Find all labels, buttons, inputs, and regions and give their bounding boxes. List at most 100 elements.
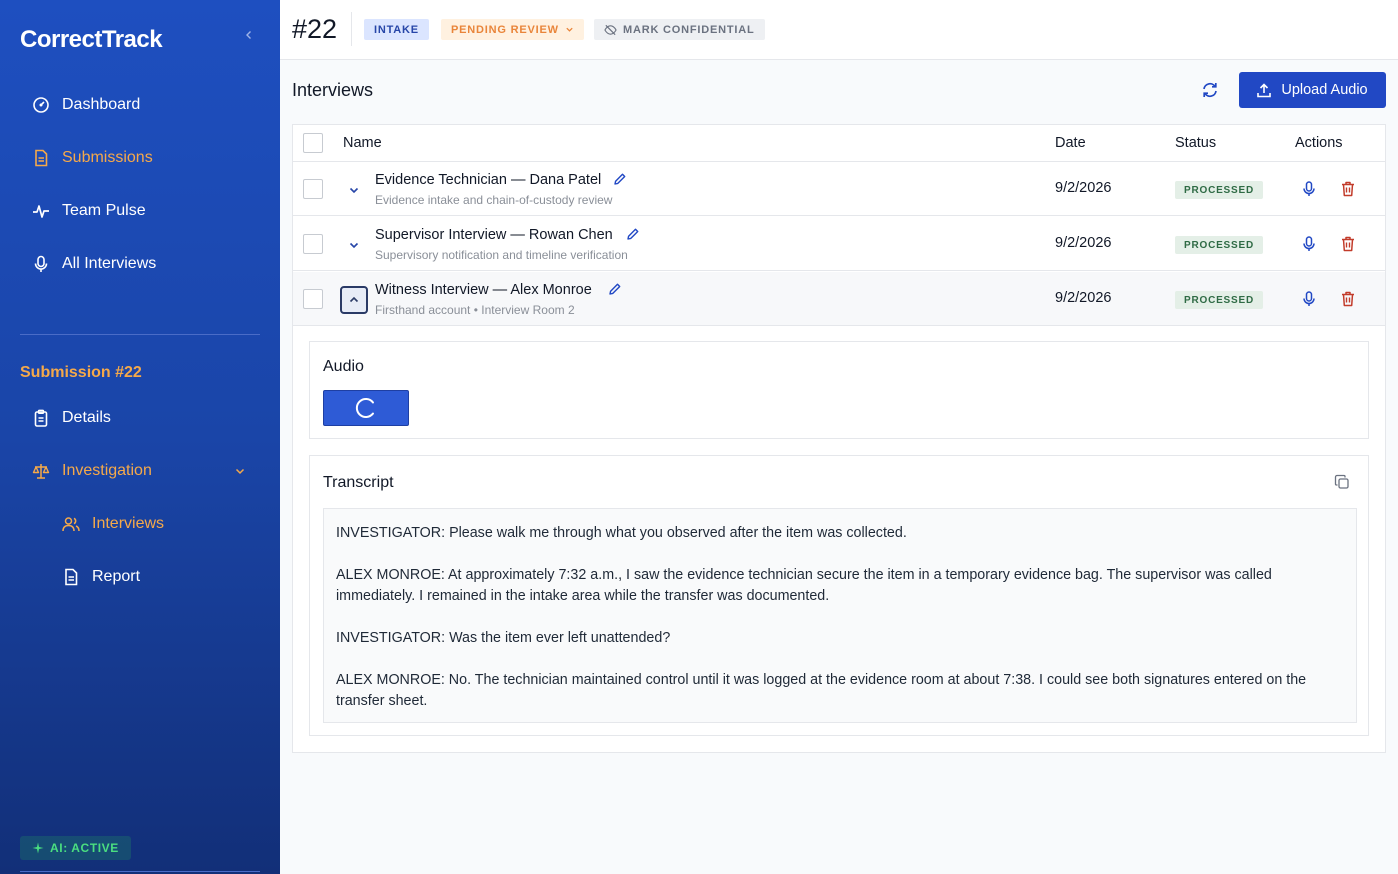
top-bar: #22 INTAKE PENDING REVIEW MARK CONFIDENT… (280, 0, 1398, 60)
status-label: PROCESSED (1184, 294, 1254, 306)
microphone-icon (30, 253, 52, 275)
chevron-left-icon (246, 31, 251, 39)
table-row[interactable]: Supervisor Interview — Rowan Chen Superv… (293, 217, 1385, 271)
loading-spinner-icon (355, 398, 374, 418)
status-badge: PROCESSED (1175, 236, 1263, 254)
microphone-icon (1303, 291, 1315, 306)
interview-title: Evidence Technician — Dana Patel (375, 172, 602, 188)
nav-team-pulse[interactable]: Team Pulse (20, 191, 260, 231)
nav-investigation[interactable]: Investigation (20, 451, 260, 491)
row-checkbox[interactable] (303, 179, 323, 199)
document-icon (30, 147, 52, 169)
transcript-line: ALEX MONROE: No. The technician maintain… (336, 672, 1307, 709)
nav-submissions[interactable]: Submissions (20, 138, 260, 178)
nav-label: Details (62, 409, 111, 426)
interview-title: Supervisor Interview — Rowan Chen (375, 227, 613, 243)
collapse-sidebar-button[interactable] (240, 26, 258, 44)
scales-icon (30, 460, 52, 482)
nav-label: Investigation (62, 462, 152, 479)
upload-icon (1257, 82, 1272, 97)
select-all-checkbox[interactable] (303, 133, 323, 153)
status-dropdown-label: PENDING REVIEW (451, 23, 559, 36)
trash-icon (1342, 291, 1354, 307)
row-checkbox[interactable] (303, 289, 323, 309)
table-row[interactable]: Evidence Technician — Dana Patel Evidenc… (293, 162, 1385, 216)
mark-confidential-label: MARK CONFIDENTIAL (623, 23, 755, 36)
expand-row-button[interactable] (340, 231, 368, 259)
copy-transcript-button[interactable] (1334, 474, 1352, 492)
chevron-down-icon (230, 461, 250, 481)
transcript-panel-title: Transcript (323, 474, 394, 491)
play-audio-button[interactable] (1299, 289, 1319, 309)
edit-title-button[interactable] (626, 227, 642, 243)
nav-label: All Interviews (62, 255, 157, 272)
pulse-icon (30, 200, 52, 222)
table-row[interactable]: Witness Interview — Alex Monroe Firsthan… (293, 272, 1385, 326)
edit-title-button[interactable] (613, 172, 629, 188)
audio-panel: Audio (309, 341, 1369, 439)
nav-label: Report (92, 568, 141, 585)
interview-title: Witness Interview — Alex Monroe (375, 282, 592, 298)
status-label: PROCESSED (1184, 184, 1254, 196)
nav-label: Dashboard (62, 96, 141, 113)
transcript-panel: Transcript INVESTIGATOR: Please walk me … (309, 455, 1369, 736)
nav-label: Team Pulse (62, 202, 146, 219)
refresh-icon (1203, 82, 1217, 98)
header-divider (351, 12, 352, 46)
stage-badge-label: INTAKE (374, 23, 419, 36)
interview-date: 9/2/2026 (1055, 290, 1112, 306)
nav-all-interviews[interactable]: All Interviews (20, 244, 260, 284)
delete-interview-button[interactable] (1338, 234, 1358, 254)
chevron-up-icon (349, 296, 359, 303)
ai-status-badge: AI: ACTIVE (20, 836, 131, 860)
table-header: Name Date Status Actions (293, 125, 1385, 162)
collapse-row-button[interactable] (340, 286, 368, 314)
status-badge: PROCESSED (1175, 181, 1263, 199)
status-dropdown[interactable]: PENDING REVIEW (441, 19, 584, 40)
delete-interview-button[interactable] (1338, 289, 1358, 309)
interview-date: 9/2/2026 (1055, 235, 1112, 251)
play-audio-button[interactable] (1299, 179, 1319, 199)
edit-title-button[interactable] (608, 282, 624, 298)
sidebar-divider (20, 334, 260, 335)
column-header-date: Date (1055, 135, 1086, 151)
nav-interviews[interactable]: Interviews (50, 504, 260, 544)
row-checkbox[interactable] (303, 234, 323, 254)
nav-label: Interviews (92, 515, 165, 532)
case-number: #22 (292, 14, 338, 44)
dashboard-icon (30, 94, 52, 116)
upload-audio-label: Upload Audio (1281, 82, 1368, 98)
interview-date: 9/2/2026 (1055, 180, 1112, 196)
submission-section-title: Submission #22 (20, 364, 142, 381)
users-icon (60, 513, 82, 535)
copy-icon (1334, 474, 1349, 489)
eye-off-icon (604, 24, 617, 35)
audio-panel-title: Audio (323, 358, 364, 375)
status-label: PROCESSED (1184, 239, 1254, 251)
stage-badge: INTAKE (364, 19, 429, 40)
nav-dashboard[interactable]: Dashboard (20, 85, 260, 125)
interview-subtitle: Evidence intake and chain-of-custody rev… (375, 193, 613, 207)
interview-subtitle: Supervisory notification and timeline ve… (375, 248, 628, 262)
column-header-actions: Actions (1295, 135, 1343, 151)
nav-report[interactable]: Report (50, 557, 260, 597)
refresh-button[interactable] (1198, 78, 1222, 102)
upload-audio-button[interactable]: Upload Audio (1239, 72, 1386, 108)
transcript-line: INVESTIGATOR: Was the item ever left una… (336, 630, 671, 646)
sparkle-icon (32, 842, 44, 854)
mark-confidential-button[interactable]: MARK CONFIDENTIAL (594, 19, 765, 40)
pencil-icon (614, 173, 626, 185)
delete-interview-button[interactable] (1338, 179, 1358, 199)
ai-status-label: AI: ACTIVE (50, 841, 119, 855)
transcript-line: ALEX MONROE: At approximately 7:32 a.m.,… (336, 567, 1272, 604)
microphone-icon (1303, 181, 1315, 196)
status-badge: PROCESSED (1175, 291, 1263, 309)
transcript-text[interactable]: INVESTIGATOR: Please walk me through wha… (323, 508, 1357, 723)
interview-subtitle: Firsthand account • Interview Room 2 (375, 303, 575, 317)
pencil-icon (627, 228, 639, 240)
play-audio-button[interactable] (1299, 234, 1319, 254)
expand-row-button[interactable] (340, 176, 368, 204)
audio-loading-button[interactable] (323, 390, 409, 426)
sidebar: CorrectTrack Dashboard Submissions Team … (0, 0, 280, 874)
nav-details[interactable]: Details (20, 398, 260, 438)
